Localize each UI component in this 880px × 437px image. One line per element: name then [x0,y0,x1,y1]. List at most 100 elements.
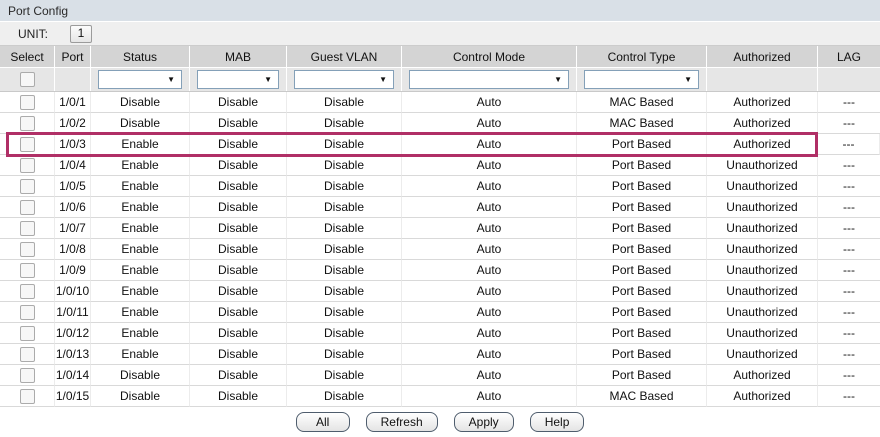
port-cell: 1/0/4 [55,155,91,176]
row-checkbox[interactable] [20,347,35,362]
control-mode-cell: Auto [402,344,577,365]
control-mode-cell: Auto [402,239,577,260]
filter-cell-port-empty [55,68,91,91]
row-checkbox[interactable] [20,368,35,383]
lag-cell: --- [818,281,880,302]
control-type-cell: Port Based [577,134,707,155]
row-select-cell [0,386,55,407]
row-select-cell [0,302,55,323]
guest-vlan-filter-select[interactable]: ▼ [294,70,394,89]
authorized-cell: Authorized [707,113,818,134]
lag-cell: --- [818,92,880,113]
row-checkbox[interactable] [20,305,35,320]
column-header-control-type: Control Type [577,46,707,68]
apply-button[interactable]: Apply [454,412,514,432]
mab-cell: Disable [190,323,287,344]
table-row: 1/0/7EnableDisableDisableAutoPort BasedU… [0,218,880,239]
authorized-cell: Authorized [707,365,818,386]
mab-filter-select[interactable]: ▼ [197,70,279,89]
mab-cell: Disable [190,239,287,260]
row-checkbox[interactable] [20,389,35,404]
guest-vlan-cell: Disable [287,365,402,386]
guest-vlan-cell: Disable [287,386,402,407]
dropdown-arrow-icon: ▼ [167,76,181,84]
filter-cell-status: ▼ [91,68,190,91]
guest-vlan-cell: Disable [287,344,402,365]
mab-cell: Disable [190,197,287,218]
table-body: 1/0/1DisableDisableDisableAutoMAC BasedA… [0,92,880,407]
control-type-filter-select[interactable]: ▼ [584,70,699,89]
lag-cell: --- [818,302,880,323]
status-cell: Disable [91,92,190,113]
control-mode-filter-select[interactable]: ▼ [409,70,569,89]
row-checkbox[interactable] [20,284,35,299]
status-cell: Enable [91,218,190,239]
row-select-cell [0,365,55,386]
control-type-cell: MAC Based [577,92,707,113]
authorized-cell: Unauthorized [707,155,818,176]
row-checkbox[interactable] [20,263,35,278]
status-cell: Enable [91,281,190,302]
select-all-checkbox[interactable] [20,72,35,87]
filter-cell-control-type: ▼ [577,68,707,91]
guest-vlan-cell: Disable [287,302,402,323]
authorized-cell: Unauthorized [707,197,818,218]
status-cell: Disable [91,365,190,386]
status-filter-select[interactable]: ▼ [98,70,182,89]
control-type-cell: Port Based [577,218,707,239]
row-checkbox[interactable] [20,137,35,152]
row-checkbox[interactable] [20,116,35,131]
row-select-cell [0,323,55,344]
authorized-cell: Authorized [707,386,818,407]
column-header-status: Status [91,46,190,68]
status-cell: Enable [91,344,190,365]
status-cell: Enable [91,260,190,281]
dropdown-arrow-icon: ▼ [684,76,698,84]
status-cell: Enable [91,176,190,197]
unit-1-button[interactable]: 1 [70,25,92,43]
guest-vlan-cell: Disable [287,260,402,281]
control-mode-cell: Auto [402,218,577,239]
row-checkbox[interactable] [20,95,35,110]
port-cell: 1/0/9 [55,260,91,281]
port-cell: 1/0/15 [55,386,91,407]
authorized-cell: Authorized [707,134,818,155]
lag-cell: --- [818,218,880,239]
control-mode-cell: Auto [402,92,577,113]
row-checkbox[interactable] [20,221,35,236]
port-cell: 1/0/5 [55,176,91,197]
guest-vlan-cell: Disable [287,176,402,197]
control-mode-cell: Auto [402,260,577,281]
table-row: 1/0/3EnableDisableDisableAutoPort BasedA… [0,134,880,155]
row-checkbox[interactable] [20,200,35,215]
port-cell: 1/0/8 [55,239,91,260]
filter-cell-guest-vlan: ▼ [287,68,402,91]
row-checkbox[interactable] [20,179,35,194]
table-filter-row: ▼ ▼ ▼ ▼ ▼ [0,68,880,92]
guest-vlan-cell: Disable [287,239,402,260]
unit-label: UNIT: [18,27,48,41]
mab-cell: Disable [190,92,287,113]
lag-cell: --- [818,155,880,176]
help-button[interactable]: Help [530,412,585,432]
row-checkbox[interactable] [20,242,35,257]
footer-buttons: All Refresh Apply Help [0,407,880,437]
guest-vlan-cell: Disable [287,92,402,113]
table-row: 1/0/4EnableDisableDisableAutoPort BasedU… [0,155,880,176]
status-cell: Enable [91,134,190,155]
all-button[interactable]: All [296,412,350,432]
mab-cell: Disable [190,218,287,239]
row-checkbox[interactable] [20,326,35,341]
authorized-cell: Unauthorized [707,344,818,365]
authorized-cell: Unauthorized [707,239,818,260]
authorized-cell: Unauthorized [707,281,818,302]
table-row: 1/0/12EnableDisableDisableAutoPort Based… [0,323,880,344]
lag-cell: --- [818,113,880,134]
control-mode-cell: Auto [402,176,577,197]
mab-cell: Disable [190,302,287,323]
guest-vlan-cell: Disable [287,197,402,218]
refresh-button[interactable]: Refresh [366,412,438,432]
authorized-cell: Unauthorized [707,260,818,281]
row-checkbox[interactable] [20,158,35,173]
filter-cell-lag-empty [818,68,880,91]
